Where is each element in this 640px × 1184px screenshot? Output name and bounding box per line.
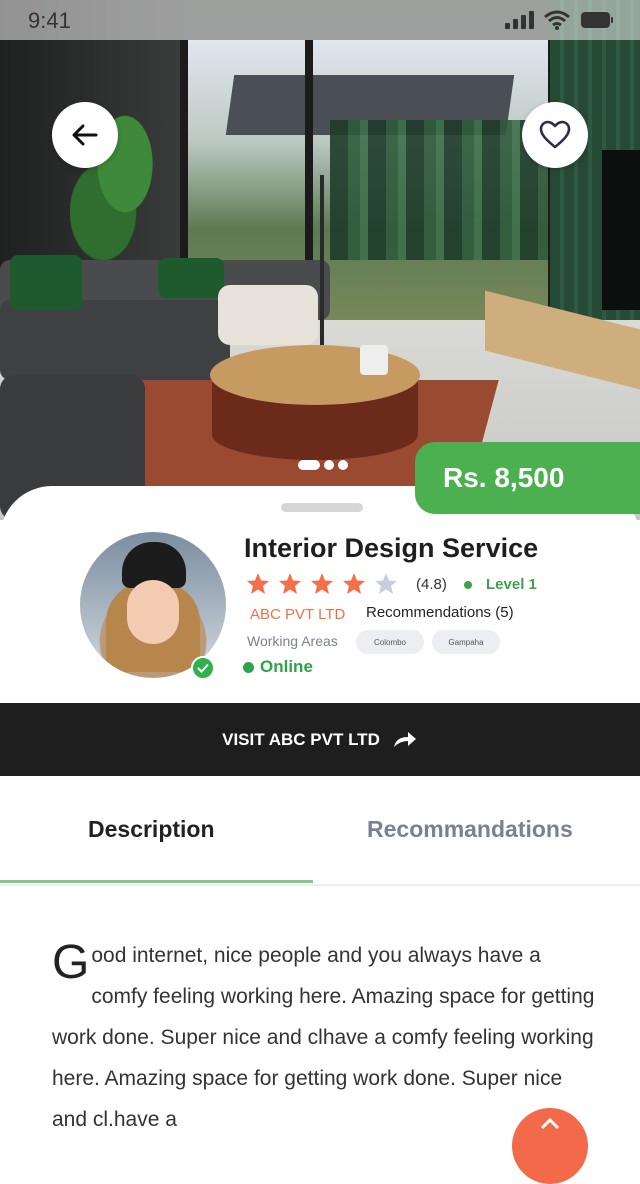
online-check-icon bbox=[191, 656, 215, 680]
favorite-button[interactable] bbox=[522, 102, 588, 168]
status-bar: 9:41 bbox=[0, 0, 640, 40]
visit-company-button[interactable]: VISIT ABC PVT LTD bbox=[0, 703, 640, 776]
hero-lamp bbox=[320, 175, 324, 345]
hero-pillow bbox=[10, 255, 82, 310]
star-icon-empty bbox=[375, 573, 397, 594]
status-icons bbox=[505, 10, 614, 30]
level-badge: Level 1 bbox=[464, 576, 537, 593]
star-icon-filled bbox=[343, 573, 365, 594]
working-areas-label: Working Areas bbox=[247, 633, 338, 649]
tab-bar: Description Recommandations bbox=[0, 778, 640, 886]
carousel-indicator bbox=[298, 460, 348, 470]
carousel-dot bbox=[338, 460, 348, 470]
avatar-face bbox=[127, 580, 179, 644]
hero-tv bbox=[602, 150, 640, 310]
online-dot bbox=[243, 661, 254, 673]
signal-icon bbox=[505, 11, 534, 29]
drag-handle[interactable] bbox=[281, 503, 363, 512]
drop-cap: G bbox=[52, 936, 90, 989]
online-status: Online bbox=[243, 657, 313, 677]
star-icon-filled bbox=[247, 573, 269, 594]
service-title: Interior Design Service bbox=[244, 533, 539, 563]
hero-blanket bbox=[218, 285, 318, 345]
hero-sofa-seat bbox=[0, 300, 230, 380]
carousel-dot bbox=[324, 460, 334, 470]
tab-recommendations[interactable]: Recommandations bbox=[367, 816, 573, 843]
area-chip[interactable]: Gampaha bbox=[432, 630, 500, 654]
arrow-left-icon bbox=[72, 124, 98, 146]
price-tag: Rs. 8,500 bbox=[415, 442, 640, 514]
scroll-up-button[interactable] bbox=[512, 1108, 588, 1184]
wifi-icon bbox=[544, 10, 570, 30]
star-icon-filled bbox=[311, 573, 333, 594]
carousel-dot-active bbox=[298, 460, 320, 470]
star-icon-filled bbox=[279, 573, 301, 594]
area-chip[interactable]: Colombo bbox=[356, 630, 424, 654]
rating-stars bbox=[246, 572, 398, 595]
visit-button-label: VISIT ABC PVT LTD bbox=[222, 729, 380, 749]
hero-plant-pot bbox=[360, 345, 388, 375]
heart-icon bbox=[539, 120, 571, 149]
rating-value: (4.8) bbox=[416, 576, 447, 593]
tab-description[interactable]: Description bbox=[88, 816, 215, 843]
online-label: Online bbox=[260, 657, 313, 676]
battery-icon bbox=[581, 12, 613, 28]
hero-coffee-table bbox=[210, 345, 420, 405]
level-dot bbox=[464, 580, 472, 589]
level-label: Level 1 bbox=[486, 576, 537, 593]
hero-trees bbox=[330, 120, 550, 260]
recommendations-count[interactable]: Recommendations (5) bbox=[366, 604, 514, 621]
description-body: ood internet, nice people and you always… bbox=[52, 944, 595, 1131]
chevron-up-icon bbox=[540, 1117, 560, 1130]
hero-pillow bbox=[158, 258, 224, 298]
active-tab-indicator bbox=[0, 880, 313, 883]
status-time: 9:41 bbox=[28, 8, 71, 33]
price-label: Rs. 8,500 bbox=[443, 462, 565, 493]
description-text: G ood internet, nice people and you alwa… bbox=[52, 935, 597, 1140]
share-arrow-icon bbox=[393, 731, 416, 747]
back-button[interactable] bbox=[52, 102, 118, 168]
company-link[interactable]: ABC PVT LTD bbox=[250, 606, 345, 623]
